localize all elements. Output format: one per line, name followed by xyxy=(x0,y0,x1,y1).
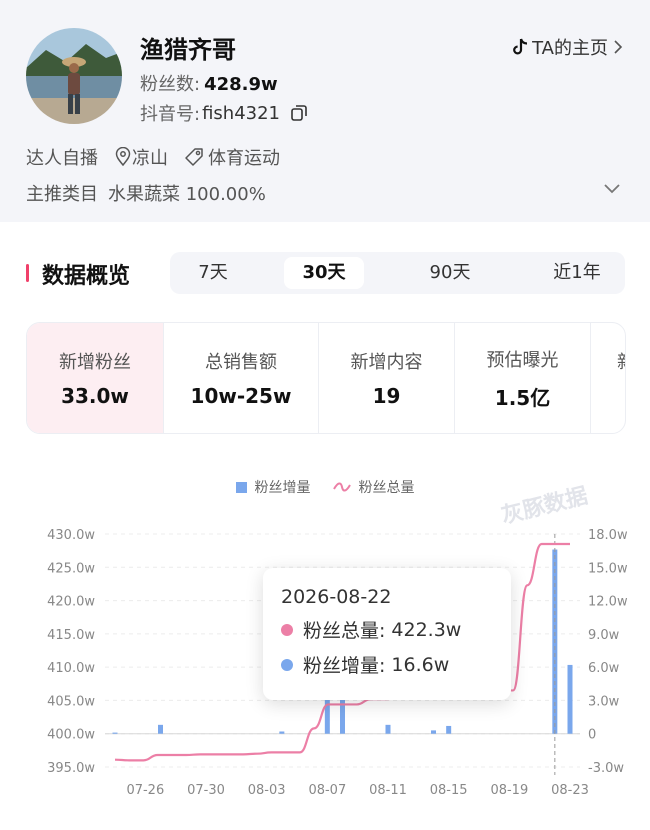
x-tick-label: 08-23 xyxy=(551,783,589,798)
main-category-label: 主推类目 xyxy=(26,184,98,205)
y-right-tick-label: 9.0w xyxy=(588,628,620,643)
y-right-tick-label: 3.0w xyxy=(588,694,620,709)
tooltip-delta-row: 粉丝增量: 16.6w xyxy=(281,651,493,678)
tab-30d[interactable]: 30天 xyxy=(284,257,364,289)
metric-label: 总销售额 xyxy=(205,352,277,373)
bar xyxy=(158,724,163,734)
metric-card-sales[interactable]: 总销售额 10w-25w xyxy=(164,323,319,433)
y-right-tick-label: 6.0w xyxy=(588,661,620,676)
bar xyxy=(431,730,436,734)
fans-label: 粉丝数: xyxy=(140,74,201,95)
tooltip-delta-label: 粉丝增量: xyxy=(303,655,386,677)
x-tick-label: 08-11 xyxy=(369,783,407,798)
creator-meta: 达人自播 凉山 体育运动 xyxy=(26,144,280,170)
location: 凉山 xyxy=(132,148,168,169)
home-link[interactable]: TA的主页 xyxy=(512,34,624,60)
main-category-value: 水果蔬菜 100.00% xyxy=(108,184,266,205)
metric-card-partial[interactable]: 新 xyxy=(591,323,625,433)
x-tick-label: 08-03 xyxy=(248,783,286,798)
metric-card-exposure[interactable]: 预估曝光 1.5亿 xyxy=(455,323,591,433)
bar xyxy=(567,664,573,734)
metric-value: 33.0w xyxy=(61,384,129,408)
douyin-label: 抖音号: xyxy=(140,104,201,125)
douyin-value: fish4321 xyxy=(202,102,281,124)
metric-label: 新增粉丝 xyxy=(59,352,131,373)
tab-1y[interactable]: 近1年 xyxy=(536,257,618,289)
y-left-tick-label: 430.0w xyxy=(47,528,95,543)
y-left-tick-label: 425.0w xyxy=(47,561,95,576)
metric-cards: 新增粉丝 33.0w 总销售额 10w-25w 新增内容 19 预估曝光 1.5… xyxy=(26,322,626,434)
x-tick-label: 07-26 xyxy=(126,783,164,798)
overview-title: 数据概览 xyxy=(42,264,131,289)
y-left-tick-label: 405.0w xyxy=(47,694,95,709)
douyin-logo-icon xyxy=(513,38,528,55)
live-type: 达人自播 xyxy=(26,148,98,169)
metric-label: 预估曝光 xyxy=(486,349,559,371)
tab-90d[interactable]: 90天 xyxy=(406,257,494,289)
fans-value: 428.9w xyxy=(204,74,278,95)
chevron-down-icon[interactable] xyxy=(602,182,622,196)
y-right-tick-label: 18.0w xyxy=(588,528,628,543)
fans-count: 粉丝数: 428.9w xyxy=(140,70,278,96)
metric-label: 新 xyxy=(617,348,625,374)
y-left-tick-label: 410.0w xyxy=(47,661,95,676)
tooltip-total-row: 粉丝总量: 422.3w xyxy=(281,616,493,643)
metric-card-new-content[interactable]: 新增内容 19 xyxy=(319,323,455,433)
avatar[interactable] xyxy=(26,28,122,124)
tag-icon xyxy=(185,148,203,166)
tooltip-date: 2026-08-22 xyxy=(281,586,392,608)
bar xyxy=(112,732,118,734)
y-right-tick-label: -3.0w xyxy=(588,761,624,776)
douyin-id: 抖音号: fish4321 xyxy=(140,100,308,126)
bar xyxy=(446,725,452,734)
main-category: 主推类目 水果蔬菜 100.00% xyxy=(26,180,266,206)
bar xyxy=(279,731,285,734)
tooltip-total-dot xyxy=(281,623,293,636)
x-tick-label: 08-07 xyxy=(308,783,346,798)
tab-7d[interactable]: 7天 xyxy=(176,257,250,289)
tooltip-total-value: 422.3w xyxy=(391,618,462,641)
profile-header: 渔猎齐哥 粉丝数: 428.9w 抖音号: fish4321 TA的主页 达人自播… xyxy=(0,0,650,222)
tooltip-total-label: 粉丝总量: xyxy=(303,620,386,642)
creator-name: 渔猎齐哥 xyxy=(140,36,236,64)
period-tabs: 7天 30天 90天 近1年 xyxy=(170,252,625,294)
location-pin-icon xyxy=(115,147,131,167)
bar xyxy=(385,724,391,734)
y-right-tick-label: 12.0w xyxy=(588,595,628,610)
y-left-tick-label: 415.0w xyxy=(47,628,95,643)
x-tick-label: 08-15 xyxy=(430,783,468,798)
category: 体育运动 xyxy=(208,148,280,169)
y-right-tick-label: 0 xyxy=(588,728,596,743)
chevron-right-icon xyxy=(614,40,623,54)
metric-card-new-fans[interactable]: 新增粉丝 33.0w xyxy=(27,323,164,433)
x-tick-label: 07-30 xyxy=(187,783,225,798)
metric-label: 新增内容 xyxy=(350,352,423,373)
y-right-tick-label: 15.0w xyxy=(588,561,628,576)
y-left-tick-label: 395.0w xyxy=(47,761,95,776)
chart-tooltip: 2026-08-22 粉丝总量: 422.3w 粉丝增量: 16.6w xyxy=(263,568,511,700)
metric-value: 1.5亿 xyxy=(494,385,551,410)
copy-icon[interactable] xyxy=(290,104,308,122)
metric-value: 19 xyxy=(372,384,401,408)
tooltip-delta-dot xyxy=(281,658,293,671)
section-accent-bar xyxy=(26,264,29,282)
metric-value: 10w-25w xyxy=(190,384,292,408)
y-left-tick-label: 400.0w xyxy=(47,728,95,743)
x-tick-label: 08-19 xyxy=(490,783,528,798)
tooltip-delta-value: 16.6w xyxy=(391,653,450,676)
y-left-tick-label: 420.0w xyxy=(47,595,95,610)
home-link-label: TA的主页 xyxy=(532,38,608,59)
